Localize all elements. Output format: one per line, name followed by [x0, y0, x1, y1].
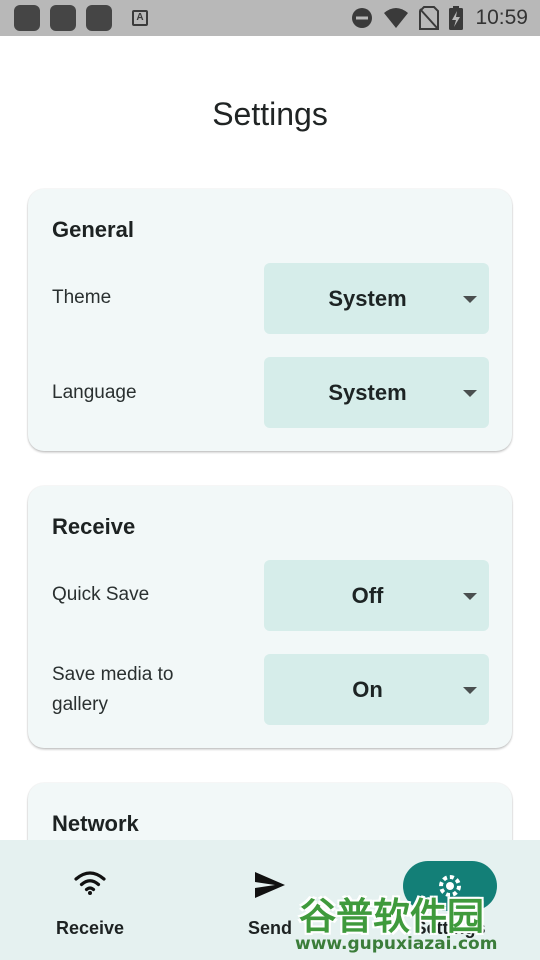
wifi-icon — [74, 871, 106, 895]
nav-label: Receive — [55, 918, 125, 938]
no-sim-icon — [419, 6, 440, 30]
theme-label: Theme — [52, 287, 112, 308]
section-title: General — [52, 217, 134, 242]
save-media-label: Save media to gallery — [52, 660, 173, 720]
status-time: 10:59 — [475, 6, 528, 29]
save-media-label-line: Save media to — [52, 664, 174, 685]
quick-save-dropdown[interactable]: Off — [264, 560, 489, 631]
caret-down-icon — [463, 390, 477, 397]
section-title: Network — [52, 811, 139, 836]
section-general: General Theme System Language System — [28, 189, 512, 451]
watermark-title: 谷普软件园 — [299, 895, 484, 938]
a-box-icon: A — [132, 10, 148, 26]
theme-dropdown[interactable]: System — [264, 263, 489, 334]
notification-square-icon — [14, 5, 40, 31]
page-title: Settings — [212, 96, 328, 132]
dropdown-value: System — [328, 285, 407, 311]
language-label: Language — [52, 382, 137, 403]
section-title: Receive — [52, 514, 136, 539]
caret-down-icon — [463, 296, 477, 303]
language-dropdown[interactable]: System — [264, 357, 489, 428]
status-bar: A 10:59 — [0, 0, 540, 36]
watermark: 谷普软件园 www.gupuxiazai.com — [295, 884, 540, 960]
save-media-label-line: gallery — [52, 694, 108, 715]
notification-square-icon — [86, 5, 112, 31]
save-media-dropdown[interactable]: On — [264, 654, 489, 725]
watermark-url: www.gupuxiazai.com — [295, 934, 498, 954]
quick-save-label: Quick Save — [52, 584, 150, 605]
status-bar-left: A — [14, 5, 148, 31]
wifi-icon — [384, 8, 409, 28]
dropdown-value: System — [328, 379, 407, 405]
send-icon — [255, 872, 285, 898]
section-receive: Receive Quick Save Off Save media to gal… — [28, 486, 512, 748]
caret-down-icon — [463, 687, 477, 694]
notification-square-icon — [50, 5, 76, 31]
dropdown-value: On — [352, 676, 383, 702]
dropdown-value: Off — [351, 582, 384, 608]
caret-down-icon — [463, 593, 477, 600]
do-not-disturb-icon — [352, 8, 373, 28]
battery-charging-icon — [449, 6, 464, 30]
status-bar-right: 10:59 — [351, 6, 528, 30]
nav-receive[interactable]: Receive — [30, 840, 150, 960]
